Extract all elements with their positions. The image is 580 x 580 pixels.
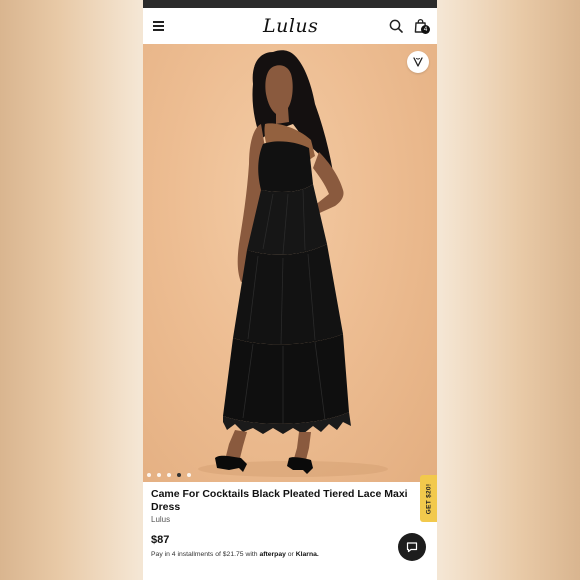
installment-or: or (287, 551, 294, 558)
top-header: Lulus 4 (143, 8, 437, 45)
promo-tab-label: GET $20! (425, 483, 432, 514)
pagination-dot[interactable] (157, 473, 161, 477)
installment-text: Pay in 4 installments of $21.75 with (151, 551, 258, 558)
product-price: $87 (151, 534, 170, 546)
chat-icon (406, 542, 418, 553)
site-logo[interactable]: Lulus (263, 14, 318, 38)
chat-button[interactable] (398, 533, 426, 561)
product-title: Came For Cocktails Black Pleated Tiered … (151, 488, 408, 513)
afterpay-logo[interactable]: afterpay (259, 551, 285, 558)
search-icon[interactable] (389, 19, 403, 33)
pagination-dot[interactable] (147, 473, 151, 477)
product-brand[interactable]: Lulus (151, 515, 170, 524)
status-bar (143, 0, 437, 8)
heart-icon (413, 57, 423, 67)
installment-info: Pay in 4 installments of $21.75 with aft… (151, 551, 319, 558)
pagination-dot-active[interactable] (177, 473, 181, 477)
product-image[interactable] (143, 44, 437, 482)
product-info: Came For Cocktails Black Pleated Tiered … (143, 482, 437, 580)
cart-count-badge: 4 (421, 25, 430, 34)
favorite-button[interactable] (407, 51, 429, 73)
menu-icon[interactable] (153, 21, 164, 31)
pagination-dot[interactable] (187, 473, 191, 477)
promo-tab[interactable]: GET $20! (420, 475, 437, 522)
pagination-dot[interactable] (167, 473, 171, 477)
model-photo (198, 50, 388, 477)
app-screen: Lulus 4 Came For Cocktails Black Pleated… (143, 0, 437, 580)
klarna-logo[interactable]: Klarna. (296, 551, 319, 558)
gallery-pagination (147, 473, 191, 479)
